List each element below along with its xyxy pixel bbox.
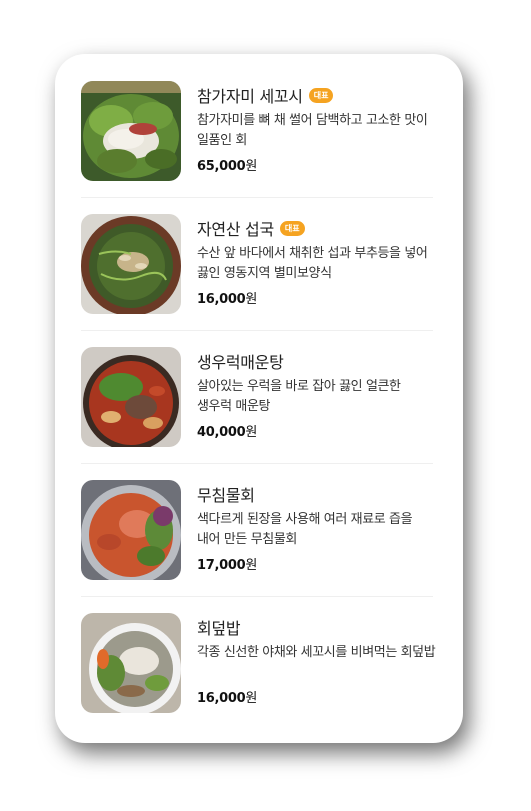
menu-item[interactable]: 생우럭매운탕 살아있는 우럭을 바로 잡아 끓인 얼큰한 생우럭 매운탕 40,… xyxy=(81,347,433,449)
menu-item-name: 무침물회 xyxy=(197,486,255,505)
menu-item-description: 각종 신선한 야채와 세꼬시를 비벼먹는 회덮밥 xyxy=(197,645,436,660)
price-value: 17,000 xyxy=(197,558,246,573)
menu-item[interactable]: 참가자미 세꼬시 대표 참가자미를 뼈 채 썰어 담백하고 고소한 맛이 일품인… xyxy=(81,81,433,183)
divider xyxy=(81,596,433,597)
menu-card: 참가자미 세꼬시 대표 참가자미를 뼈 채 썰어 담백하고 고소한 맛이 일품인… xyxy=(55,54,463,743)
price-currency: 원 xyxy=(245,425,258,440)
price-currency: 원 xyxy=(245,691,258,706)
price-currency: 원 xyxy=(245,558,258,573)
menu-item-price: 16,000원 xyxy=(197,687,437,706)
menu-item[interactable]: 무침물회 색다르게 된장을 사용해 여러 재료로 즙을 내어 만든 무침물회 1… xyxy=(81,480,433,582)
menu-item-description: 수산 앞 바다에서 채취한 섭과 부추등을 넣어 끓인 영동지역 별미보양식 xyxy=(197,246,428,281)
menu-item-description: 참가자미를 뼈 채 썰어 담백하고 고소한 맛이 일품인 회 xyxy=(197,113,428,148)
menu-item-photo xyxy=(81,347,181,447)
menu-item-name: 회덮밥 xyxy=(197,619,241,638)
signature-badge: 대표 xyxy=(279,220,305,236)
menu-item-photo xyxy=(81,613,181,713)
menu-item-name: 생우럭매운탕 xyxy=(197,353,284,372)
price-currency: 원 xyxy=(245,159,258,174)
menu-item-description: 살아있는 우럭을 바로 잡아 끓인 얼큰한 생우럭 매운탕 xyxy=(197,379,401,414)
divider xyxy=(81,463,433,464)
menu-item[interactable]: 회덮밥 각종 신선한 야채와 세꼬시를 비벼먹는 회덮밥 16,000원 xyxy=(81,613,436,715)
menu-item-description: 색다르게 된장을 사용해 여러 재료로 즙을 내어 만든 무침물회 xyxy=(197,512,413,547)
divider xyxy=(81,330,433,331)
menu-item-price: 17,000원 xyxy=(197,554,437,573)
price-value: 16,000 xyxy=(197,292,246,307)
divider xyxy=(81,197,433,198)
price-value: 16,000 xyxy=(197,691,246,706)
menu-item-name: 자연산 섭국 xyxy=(197,220,274,239)
menu-item-photo xyxy=(81,81,181,181)
menu-item-photo xyxy=(81,214,181,314)
price-value: 65,000 xyxy=(197,159,246,174)
menu-item-photo xyxy=(81,480,181,580)
price-value: 40,000 xyxy=(197,425,246,440)
menu-item-price: 16,000원 xyxy=(197,288,437,307)
menu-item[interactable]: 자연산 섭국 대표 수산 앞 바다에서 채취한 섭과 부추등을 넣어 끓인 영동… xyxy=(81,214,433,316)
menu-item-name: 참가자미 세꼬시 xyxy=(197,87,303,106)
price-currency: 원 xyxy=(245,292,258,307)
signature-badge: 대표 xyxy=(308,87,334,103)
menu-item-price: 40,000원 xyxy=(197,421,437,440)
menu-item-price: 65,000원 xyxy=(197,155,437,174)
